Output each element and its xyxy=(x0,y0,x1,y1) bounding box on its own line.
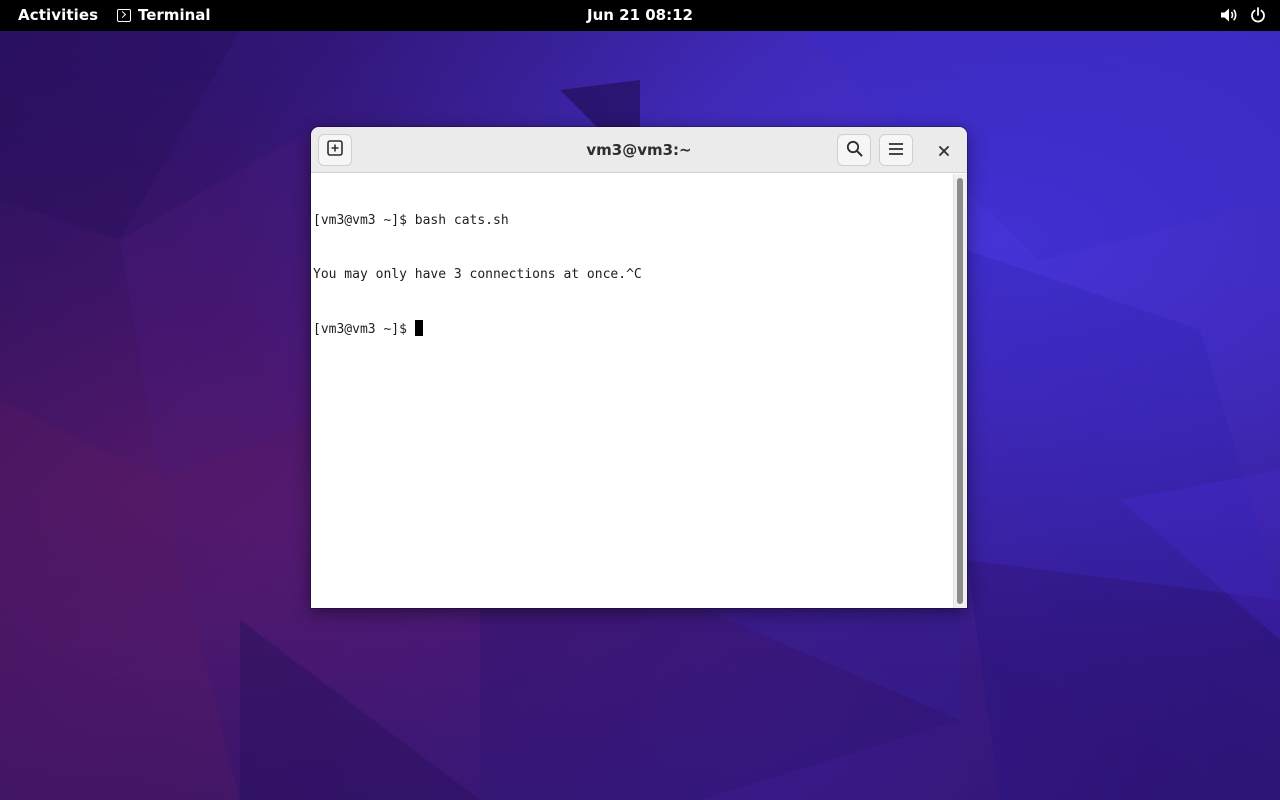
terminal-scrollbar[interactable] xyxy=(953,174,967,608)
close-icon xyxy=(939,141,949,160)
clock-button[interactable]: Jun 21 08:12 xyxy=(587,6,693,24)
terminal-window[interactable]: vm3@vm3:~ [vm3@vm3 ~]$ bash cats.sh You … xyxy=(311,127,967,608)
power-icon[interactable] xyxy=(1250,7,1266,23)
new-tab-button[interactable] xyxy=(318,134,352,166)
activities-button[interactable]: Activities xyxy=(18,6,98,24)
app-name-label: Terminal xyxy=(138,6,211,24)
close-button[interactable] xyxy=(931,137,957,163)
system-tray[interactable] xyxy=(1220,7,1266,23)
new-tab-icon xyxy=(327,140,343,160)
text-cursor xyxy=(414,320,423,336)
volume-icon[interactable] xyxy=(1220,7,1238,23)
terminal-line: You may only have 3 connections at once.… xyxy=(313,267,642,282)
top-bar: Activities Terminal Jun 21 08:12 xyxy=(0,0,1280,31)
window-headerbar[interactable]: vm3@vm3:~ xyxy=(311,127,967,173)
terminal-line: [vm3@vm3 ~]$ bash cats.sh xyxy=(313,213,509,228)
terminal-prompt: [vm3@vm3 ~]$ xyxy=(313,322,415,337)
search-button[interactable] xyxy=(837,134,871,166)
menu-button[interactable] xyxy=(879,134,913,166)
hamburger-menu-icon xyxy=(888,141,904,160)
terminal-icon xyxy=(117,8,131,22)
terminal-prompt-line[interactable]: [vm3@vm3 ~]$ xyxy=(313,320,953,338)
window-title: vm3@vm3:~ xyxy=(586,141,692,159)
terminal-output-area[interactable]: [vm3@vm3 ~]$ bash cats.sh You may only h… xyxy=(311,174,953,608)
search-icon xyxy=(846,140,863,161)
scrollbar-thumb[interactable] xyxy=(957,178,963,604)
app-menu-button[interactable]: Terminal xyxy=(117,6,211,24)
